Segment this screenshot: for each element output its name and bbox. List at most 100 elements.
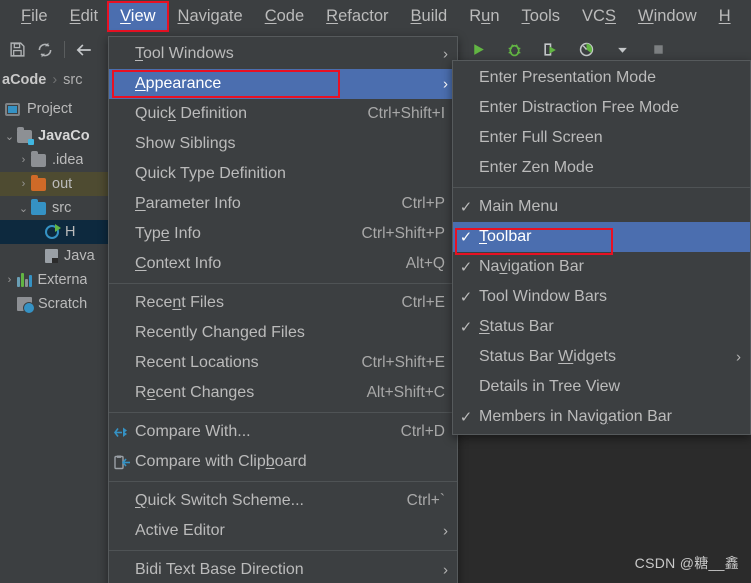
menubar-item-run[interactable]: Run bbox=[458, 3, 510, 30]
menu-item-label: Recent Files bbox=[135, 294, 224, 311]
menu-item-status-bar-widgets[interactable]: Status Bar Widgets › bbox=[453, 342, 750, 372]
menubar-item-code[interactable]: Code bbox=[254, 3, 315, 30]
menu-item-enter-full-screen[interactable]: Enter Full Screen bbox=[453, 123, 750, 153]
debug-icon[interactable] bbox=[501, 37, 527, 63]
tree-expand-arrow-icon[interactable]: › bbox=[16, 154, 31, 166]
menu-item-shortcut: Alt+Q bbox=[405, 255, 445, 272]
breadcrumb-separator-icon: › bbox=[52, 72, 58, 88]
tree-node-scratch[interactable]: Scratch bbox=[0, 292, 108, 316]
tree-expand-arrow-icon[interactable]: › bbox=[16, 178, 31, 190]
menu-item-appearance[interactable]: Appearance › bbox=[109, 69, 457, 99]
tree-node-javaco[interactable]: ⌄ JavaCo bbox=[0, 124, 108, 148]
sync-icon[interactable] bbox=[32, 37, 58, 63]
menu-item-tool-windows[interactable]: Tool Windows › bbox=[109, 39, 457, 69]
tree-node-java[interactable]: Java bbox=[0, 244, 108, 268]
menubar-item-window[interactable]: Window bbox=[627, 3, 708, 30]
menu-item-members-in-navigation-bar[interactable]: ✓ Members in Navigation Bar bbox=[453, 402, 750, 432]
menu-item-active-editor[interactable]: Active Editor › bbox=[109, 516, 457, 546]
save-all-icon[interactable] bbox=[4, 37, 30, 63]
menubar-item-label: Code bbox=[264, 7, 305, 25]
menu-item-shortcut: Alt+Shift+C bbox=[366, 384, 445, 401]
project-tree[interactable]: ⌄ JavaCo › .idea › out ⌄ src H Java › Externa Scratc… bbox=[0, 124, 108, 316]
menu-item-compare-with[interactable]: Compare With... Ctrl+D bbox=[109, 417, 457, 447]
menu-item-label: Enter Full Screen bbox=[479, 129, 603, 146]
menu-item-navigation-bar[interactable]: ✓ Navigation Bar bbox=[453, 252, 750, 282]
menu-item-enter-distraction-free-mode[interactable]: Enter Distraction Free Mode bbox=[453, 93, 750, 123]
breadcrumb-project[interactable]: aCode bbox=[2, 72, 46, 88]
menu-item-type-info[interactable]: Type Info Ctrl+Shift+P bbox=[109, 219, 457, 249]
menu-item-label: Navigation Bar bbox=[479, 258, 584, 275]
tree-node-label: Externa bbox=[37, 272, 88, 288]
menubar-item-file[interactable]: File bbox=[10, 3, 59, 30]
menu-item-shortcut: Ctrl+Shift+E bbox=[361, 354, 445, 371]
menu-item-show-siblings[interactable]: Show Siblings bbox=[109, 129, 457, 159]
run-icon[interactable] bbox=[465, 37, 491, 63]
breadcrumb-path[interactable]: src bbox=[63, 72, 82, 88]
menu-item-recent-locations[interactable]: Recent Locations Ctrl+Shift+E bbox=[109, 348, 457, 378]
menubar-item-vcs[interactable]: VCS bbox=[571, 3, 627, 30]
tree-node-label: Java bbox=[64, 248, 95, 264]
menu-item-shortcut: Ctrl+E bbox=[401, 294, 446, 311]
menu-item-label: Recently Changed Files bbox=[135, 324, 305, 341]
tree-node-out[interactable]: › out bbox=[0, 172, 108, 196]
tree-expand-arrow-icon[interactable]: › bbox=[2, 274, 17, 286]
tree-node-label: H bbox=[65, 224, 76, 240]
menubar-item-view[interactable]: View bbox=[107, 1, 169, 32]
menu-item-toolbar[interactable]: ✓ Toolbar bbox=[453, 222, 750, 252]
run-with-coverage-icon[interactable] bbox=[537, 37, 563, 63]
tree-node-src[interactable]: ⌄ src bbox=[0, 196, 108, 220]
menubar-item-edit[interactable]: Edit bbox=[59, 3, 109, 30]
menubar-item-label: Tools bbox=[521, 7, 561, 25]
menu-item-parameter-info[interactable]: Parameter Info Ctrl+P bbox=[109, 189, 457, 219]
compare-clipboard-icon bbox=[109, 455, 135, 470]
tree-node-externa[interactable]: › Externa bbox=[0, 268, 108, 292]
project-panel-header[interactable]: Project bbox=[0, 94, 108, 124]
jar-icon bbox=[45, 249, 58, 263]
menu-item-compare-with-clipboard[interactable]: Compare with Clipboard bbox=[109, 447, 457, 477]
menu-item-enter-presentation-mode[interactable]: Enter Presentation Mode bbox=[453, 63, 750, 93]
menu-item-main-menu[interactable]: ✓ Main Menu bbox=[453, 192, 750, 222]
menu-item-quick-definition[interactable]: Quick Definition Ctrl+Shift+I bbox=[109, 99, 457, 129]
menu-item-enter-zen-mode[interactable]: Enter Zen Mode bbox=[453, 153, 750, 183]
menubar-item-tools[interactable]: Tools bbox=[511, 3, 572, 30]
menu-item-tool-window-bars[interactable]: ✓ Tool Window Bars bbox=[453, 282, 750, 312]
menu-item-context-info[interactable]: Context Info Alt+Q bbox=[109, 249, 457, 279]
tree-node-h[interactable]: H bbox=[0, 220, 108, 244]
menu-item-label: Enter Presentation Mode bbox=[479, 69, 656, 86]
tree-node-idea[interactable]: › .idea bbox=[0, 148, 108, 172]
menu-item-label: Tool Window Bars bbox=[479, 288, 608, 305]
menu-item-label: Toolbar bbox=[479, 228, 532, 245]
menu-item-label: Show Siblings bbox=[135, 135, 236, 152]
menu-item-recent-files[interactable]: Recent Files Ctrl+E bbox=[109, 288, 457, 318]
profiler-icon[interactable] bbox=[573, 37, 599, 63]
menu-item-recently-changed-files[interactable]: Recently Changed Files bbox=[109, 318, 457, 348]
menu-item-shortcut: Ctrl+` bbox=[406, 492, 445, 509]
checkmark-icon: ✓ bbox=[459, 229, 473, 246]
checkmark-icon: ✓ bbox=[459, 409, 473, 426]
menu-item-label: Quick Definition bbox=[135, 105, 248, 122]
view-menu-popup: Tool Windows › Appearance › Quick Definition… bbox=[108, 36, 458, 583]
checkmark-icon: ✓ bbox=[459, 199, 473, 216]
dropdown-arrow-icon[interactable] bbox=[609, 37, 635, 63]
menu-item-status-bar[interactable]: ✓ Status Bar bbox=[453, 312, 750, 342]
menu-item-shortcut: Ctrl+P bbox=[401, 195, 446, 212]
project-icon bbox=[5, 102, 20, 116]
stop-icon[interactable] bbox=[645, 37, 671, 63]
menu-item-label: Quick Switch Scheme... bbox=[135, 492, 304, 509]
menubar-item-h[interactable]: H bbox=[708, 3, 742, 30]
menubar-item-navigate[interactable]: Navigate bbox=[167, 3, 254, 30]
menubar-item-build[interactable]: Build bbox=[400, 3, 459, 30]
menu-item-details-in-tree-view[interactable]: Details in Tree View bbox=[453, 372, 750, 402]
menu-item-quick-switch-scheme[interactable]: Quick Switch Scheme... Ctrl+` bbox=[109, 486, 457, 516]
menu-item-recent-changes[interactable]: Recent Changes Alt+Shift+C bbox=[109, 378, 457, 408]
menu-item-bidi-text-base-direction[interactable]: Bidi Text Base Direction › bbox=[109, 555, 457, 583]
tree-expand-arrow-icon[interactable]: ⌄ bbox=[16, 202, 31, 215]
tree-expand-arrow-icon[interactable]: ⌄ bbox=[2, 130, 17, 143]
menu-item-label: Main Menu bbox=[479, 198, 559, 215]
menubar-item-refactor[interactable]: Refactor bbox=[315, 3, 399, 30]
menu-item-label: Parameter Info bbox=[135, 195, 241, 212]
menu-item-label: Quick Type Definition bbox=[135, 165, 286, 182]
submenu-arrow-icon: › bbox=[443, 75, 448, 93]
menu-item-quick-type-definition[interactable]: Quick Type Definition bbox=[109, 159, 457, 189]
back-arrow-icon[interactable] bbox=[71, 37, 97, 63]
